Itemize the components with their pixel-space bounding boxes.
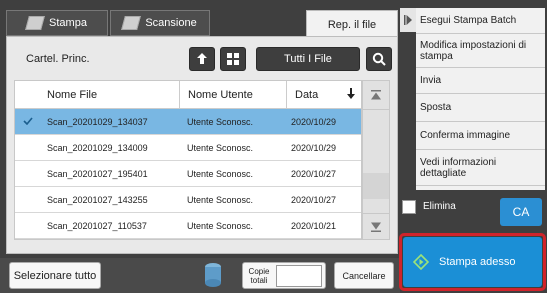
scroll-up-double-icon — [371, 90, 381, 100]
file-date: 2020/10/27 — [291, 168, 337, 179]
column-header-data[interactable]: Data — [287, 81, 361, 109]
checkmark-icon — [23, 117, 33, 125]
file-filter-button[interactable]: Tutti I File — [256, 47, 360, 71]
sort-down-arrow-icon — [347, 88, 355, 99]
menu-item-sposta[interactable]: Sposta — [416, 94, 545, 122]
cancel-button[interactable]: Cancellare — [334, 262, 394, 289]
table-row[interactable]: Scan_20201029_134037 Utente Sconosc. 202… — [15, 109, 361, 135]
file-date: 2020/10/29 — [291, 116, 337, 127]
document-icon — [25, 16, 45, 30]
file-user: Utente Sconosc. — [187, 194, 254, 205]
scroll-top-button[interactable] — [363, 81, 389, 110]
view-toggle-button[interactable] — [220, 47, 246, 71]
table-row[interactable]: Scan_20201027_195401 Utente Sconosc. 202… — [15, 161, 361, 187]
menu-expand-button[interactable] — [400, 8, 416, 32]
ca-button[interactable]: CA — [500, 198, 542, 226]
list-scrollbar[interactable] — [362, 80, 390, 240]
tab-rep-il-file[interactable]: Rep. il file — [306, 10, 398, 38]
tab-rep-il-file-label: Rep. il file — [327, 18, 377, 31]
up-arrow-icon — [197, 53, 207, 64]
menu-item-esegui-stampa-batch[interactable]: Esegui Stampa Batch — [416, 8, 545, 34]
menu-item-conferma-immagine[interactable]: Conferma immagine — [416, 122, 545, 150]
file-name: Scan_20201027_195401 — [47, 168, 148, 179]
copies-input[interactable] — [276, 264, 322, 287]
file-user: Utente Sconosc. — [187, 142, 254, 153]
column-header-nome-file[interactable]: Nome File — [15, 81, 180, 109]
copies-control: Copie totali — [242, 262, 326, 289]
elimina-checkbox[interactable] — [402, 200, 416, 214]
column-header-nome-utente[interactable]: Nome Utente — [180, 81, 287, 109]
search-icon — [372, 52, 386, 66]
menu-item-modifica-impostazioni[interactable]: Modifica impostazioni di stampa — [416, 34, 545, 68]
table-row[interactable]: Scan_20201027_143255 Utente Sconosc. 202… — [15, 187, 361, 213]
scroll-down-double-icon — [371, 222, 381, 232]
file-user: Utente Sconosc. — [187, 116, 254, 127]
file-name: Scan_20201027_110537 — [47, 220, 147, 231]
column-header-data-label: Data — [295, 88, 319, 101]
scroll-bottom-button[interactable] — [363, 213, 389, 240]
file-list: Nome File Nome Utente Data Scan_20201029… — [14, 80, 362, 240]
menu-item-invia[interactable]: Invia — [416, 68, 545, 94]
start-diamond-icon — [413, 254, 429, 270]
table-row[interactable]: Scan_20201029_134009 Utente Sconosc. 202… — [15, 135, 361, 161]
document-icon — [121, 16, 142, 30]
scroll-thumb[interactable] — [363, 173, 389, 199]
folder-label: Cartel. Princ. — [26, 53, 90, 65]
tab-stampa[interactable]: Stampa — [6, 10, 108, 36]
select-all-button[interactable]: Selezionare tutto — [9, 262, 101, 289]
print-now-button[interactable]: Stampa adesso — [403, 237, 542, 287]
elimina-label: Elimina — [423, 201, 456, 212]
table-row[interactable]: Scan_20201027_110537 Utente Sconosc. 202… — [15, 213, 361, 239]
file-name: Scan_20201029_134037 — [47, 116, 148, 127]
file-name: Scan_20201027_143255 — [47, 194, 148, 205]
tab-scansione-label: Scansione — [145, 17, 197, 29]
search-button[interactable] — [366, 47, 392, 71]
print-now-label: Stampa adesso — [439, 256, 516, 268]
grid-icon — [227, 53, 239, 65]
menu-item-vedi-informazioni[interactable]: Vedi informazioni dettagliate — [416, 150, 545, 186]
folder-up-button[interactable] — [189, 47, 215, 71]
file-date: 2020/10/29 — [291, 142, 337, 153]
file-date: 2020/10/21 — [291, 220, 337, 231]
play-arrow-icon — [404, 15, 412, 25]
tab-scansione[interactable]: Scansione — [110, 10, 210, 36]
file-date: 2020/10/27 — [291, 194, 337, 205]
file-user: Utente Sconosc. — [187, 220, 254, 231]
paper-stack-icon — [205, 263, 221, 287]
file-name: Scan_20201029_134009 — [47, 142, 148, 153]
file-user: Utente Sconosc. — [187, 168, 254, 179]
copies-label: Copie totali — [248, 266, 270, 285]
tab-stampa-label: Stampa — [49, 17, 87, 29]
